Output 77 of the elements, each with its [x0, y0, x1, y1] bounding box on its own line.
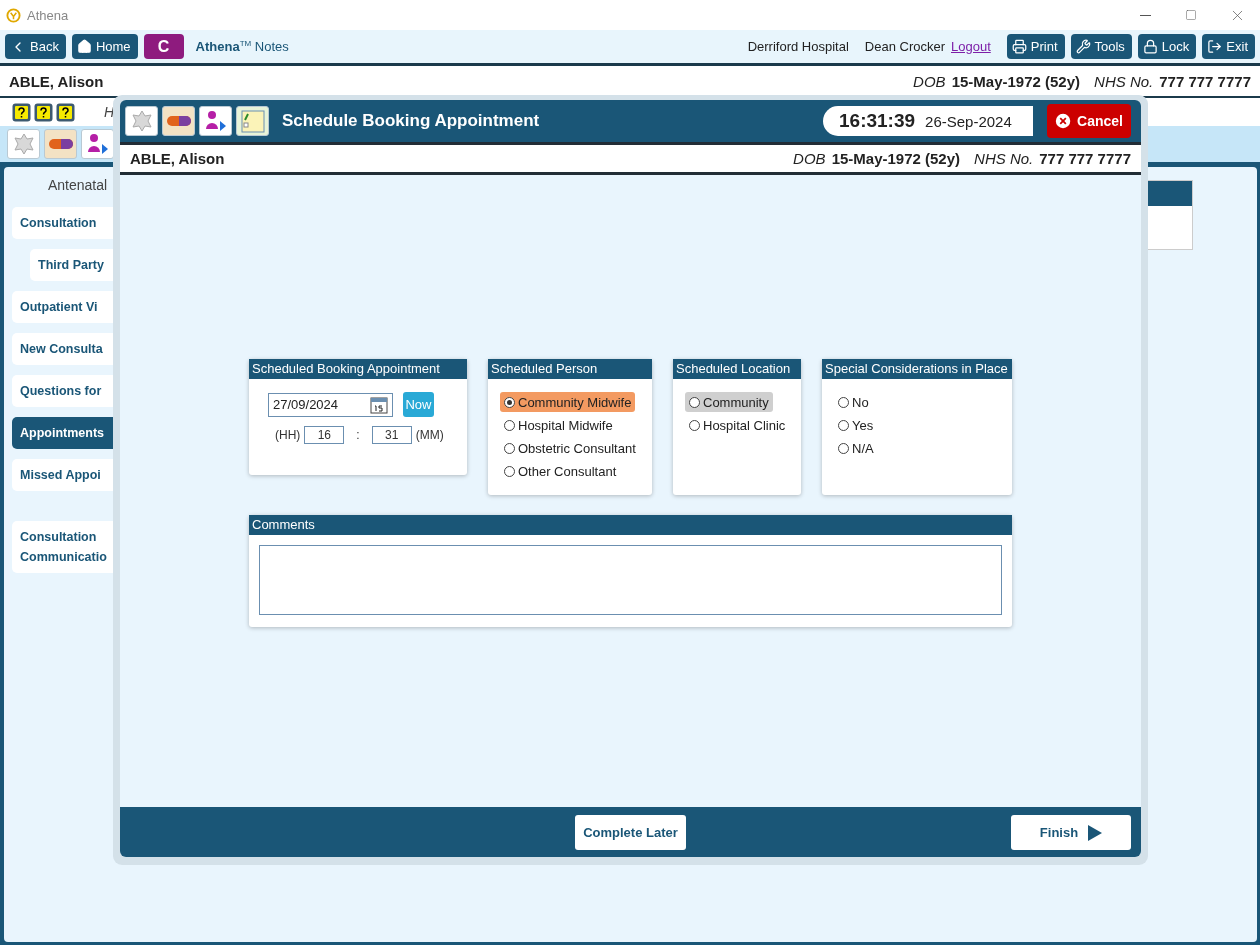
notepad-icon	[239, 108, 266, 134]
radio-option[interactable]: Yes	[834, 415, 878, 435]
dob-label: DOB	[913, 72, 946, 90]
calendar-icon	[370, 395, 388, 414]
toolbar-tile[interactable]	[81, 129, 114, 159]
print-button[interactable]: Print	[1006, 34, 1065, 59]
dob-value: 15-May-1972 (52y)	[831, 150, 961, 167]
cancel-button[interactable]: Cancel	[1047, 104, 1131, 138]
radio-option[interactable]: Other Consultant	[500, 461, 621, 481]
minimize-icon	[1139, 14, 1151, 16]
radio-option[interactable]: Community	[685, 392, 773, 412]
comments-field[interactable]	[259, 545, 1002, 615]
user-name: Dean Crocker	[864, 39, 945, 54]
toolbar-tile[interactable]	[162, 106, 195, 136]
patient-name: ABLE, Alison	[130, 150, 225, 167]
radio-option[interactable]: N/A	[834, 438, 878, 458]
toolbar-tile[interactable]	[199, 106, 232, 136]
card-title: Scheduled Booking Appointment	[249, 359, 467, 379]
complete-later-button[interactable]: Complete Later	[575, 814, 686, 850]
pill-icon	[47, 137, 74, 151]
radio-option[interactable]: Hospital Midwife	[500, 415, 617, 435]
hospital-name: Derriford Hospital	[747, 39, 849, 54]
window-title: Athena	[27, 7, 69, 23]
exit-icon	[1207, 39, 1223, 54]
home-button[interactable]: Home	[71, 34, 138, 59]
card-title: Scheduled Location	[673, 359, 801, 379]
module-button[interactable]: C	[143, 34, 184, 59]
help-icon	[12, 102, 31, 122]
logout-link[interactable]: Logout	[951, 39, 991, 54]
app-name: Athena$^{TM}$ Notes	[195, 38, 289, 55]
dialog-title: Schedule Booking Appointment	[282, 111, 540, 131]
lock-button[interactable]: Lock	[1137, 34, 1197, 59]
dob-value: 15-May-1972 (52y)	[951, 72, 1081, 90]
finish-button[interactable]: Finish	[1011, 815, 1131, 850]
card-title: Comments	[249, 515, 1012, 535]
maximize-icon	[1185, 9, 1197, 21]
lock-icon	[1142, 39, 1158, 54]
nhs-label: NHS No.	[1094, 72, 1154, 90]
time-separator: :	[356, 428, 360, 442]
home-icon	[76, 39, 92, 54]
help-icon	[56, 102, 75, 122]
pill-icon	[165, 114, 192, 128]
card-title: Scheduled Person	[488, 359, 652, 379]
toolbar-tile[interactable]	[236, 106, 269, 136]
card-title: Special Considerations in Place	[822, 359, 1012, 379]
help-icon	[34, 102, 53, 122]
close-icon	[1055, 111, 1072, 131]
app-logo-icon	[6, 7, 21, 23]
nhs-value: 777 777 7777	[1159, 72, 1251, 90]
toolbar-tile[interactable]	[7, 129, 40, 159]
hours-field[interactable]: 16	[304, 426, 345, 444]
star-icon	[129, 109, 154, 133]
minutes-field[interactable]: 31	[371, 426, 412, 444]
nhs-value: 777 777 7777	[1039, 150, 1131, 167]
dob-label: DOB	[793, 150, 826, 167]
toolbar-tile[interactable]	[44, 129, 77, 159]
tools-icon	[1075, 39, 1091, 54]
play-icon	[1088, 824, 1103, 841]
radio-option[interactable]: Community Midwife	[500, 392, 636, 412]
person-arrow-icon	[203, 109, 228, 133]
nhs-label: NHS No.	[974, 150, 1034, 167]
hours-label: (HH)	[275, 428, 301, 442]
clock-display: 16:31:39 26-Sep-2024	[823, 106, 1033, 136]
date-field[interactable]: 27/09/2024	[268, 392, 393, 417]
exit-button[interactable]: Exit	[1202, 34, 1255, 59]
patient-name: ABLE, Alison	[9, 72, 104, 90]
back-button[interactable]: Back	[5, 34, 66, 59]
radio-option[interactable]: Obstetric Consultant	[500, 438, 640, 458]
printer-icon	[1011, 39, 1027, 54]
sidebar-heading: Antenatal	[47, 176, 109, 195]
minutes-label: (MM)	[415, 428, 444, 442]
person-arrow-icon	[85, 132, 110, 156]
tools-button[interactable]: Tools	[1070, 34, 1132, 59]
toolbar-tile[interactable]	[125, 106, 158, 136]
radio-option[interactable]: Hospital Clinic	[685, 415, 790, 435]
radio-option[interactable]: No	[834, 392, 873, 412]
star-icon	[11, 132, 36, 156]
